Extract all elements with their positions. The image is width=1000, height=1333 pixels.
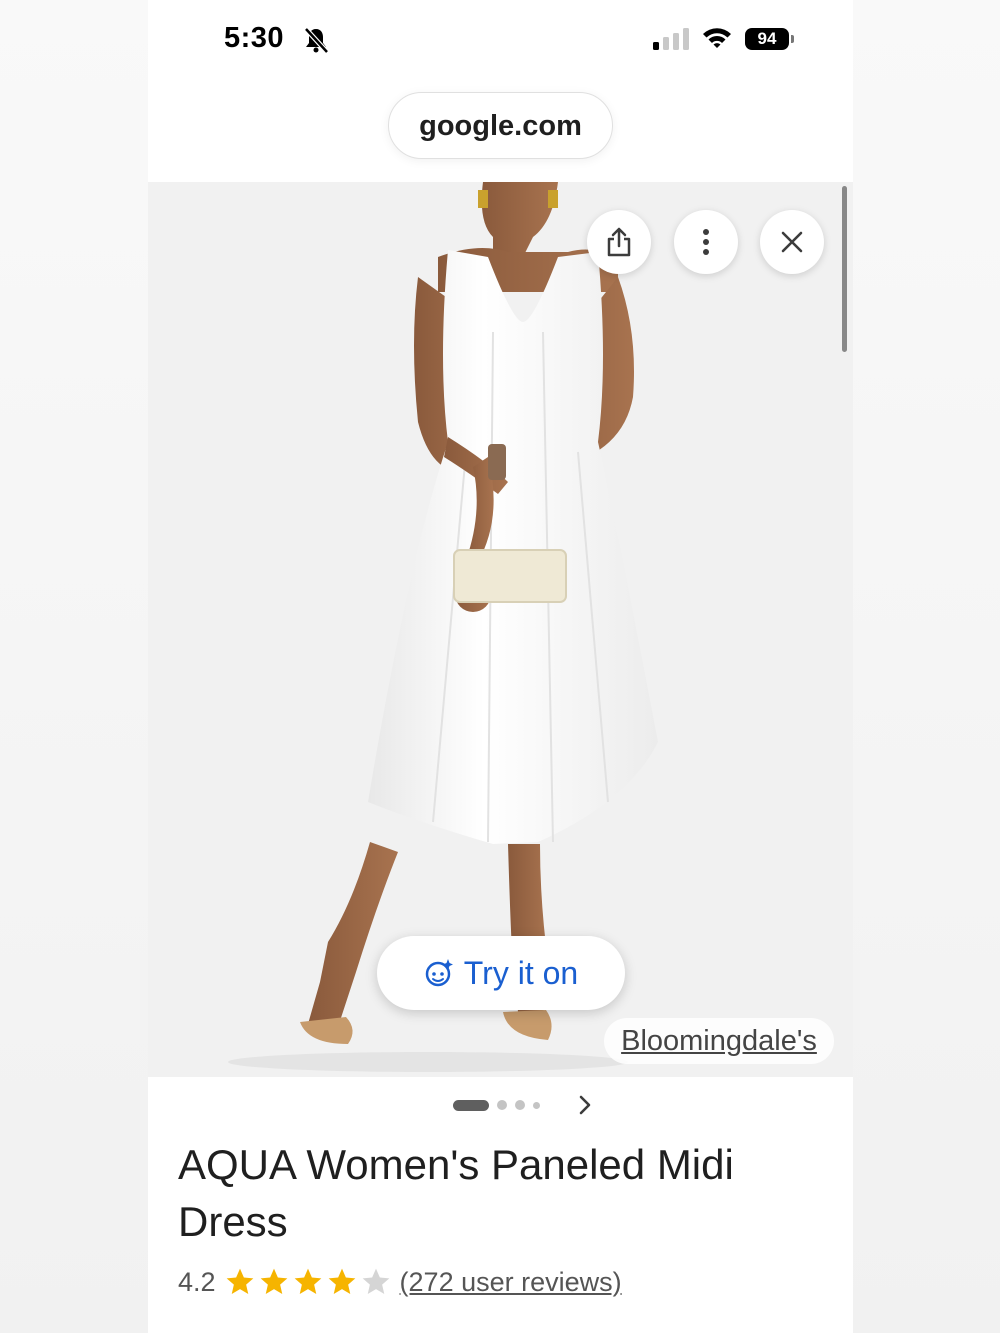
close-icon [781,231,803,253]
pager-dot[interactable] [497,1100,507,1110]
star-icon [226,1268,253,1294]
bell-slash-icon [304,27,329,54]
more-vertical-icon [703,229,709,255]
retailer-link[interactable]: Bloomingdale's [604,1018,834,1064]
product-title: AQUA Women's Paneled Midi Dress [178,1141,734,1245]
pager-dot[interactable] [533,1101,540,1109]
chevron-right-icon[interactable] [576,1093,594,1117]
image-pager[interactable] [453,1098,540,1112]
background-left [0,0,148,1333]
cellular-signal-icon [653,28,689,50]
reviews-link[interactable]: (272 user reviews) [400,1267,622,1298]
status-time: 5:30 [224,22,285,54]
wifi-icon [703,28,731,48]
face-sparkle-icon [425,959,453,987]
star-empty-icon [362,1268,389,1294]
more-options-button[interactable] [674,210,738,274]
status-bar: 5:30 94 [148,0,853,80]
phone-screen: 5:30 94 google.com Try it on Bloomingdal… [148,0,853,1333]
star-icon [328,1268,355,1294]
rating-row: 4.2 (272 user reviews) [178,1262,622,1302]
try-it-on-label: Try it on [463,954,579,991]
background-right [853,0,1000,1333]
rating-value: 4.2 [178,1266,216,1297]
pager-dot-active[interactable] [453,1099,489,1111]
share-icon [607,227,631,257]
battery-indicator: 94 [745,28,789,50]
try-it-on-button[interactable]: Try it on [377,936,625,1010]
star-icon [260,1268,287,1294]
close-button[interactable] [760,210,824,274]
url-bar[interactable]: google.com [388,92,613,159]
pager-dot[interactable] [515,1100,525,1110]
image-scrollbar[interactable] [842,186,847,352]
battery-cap [791,35,794,43]
share-button[interactable] [587,210,651,274]
star-icon [294,1268,321,1294]
